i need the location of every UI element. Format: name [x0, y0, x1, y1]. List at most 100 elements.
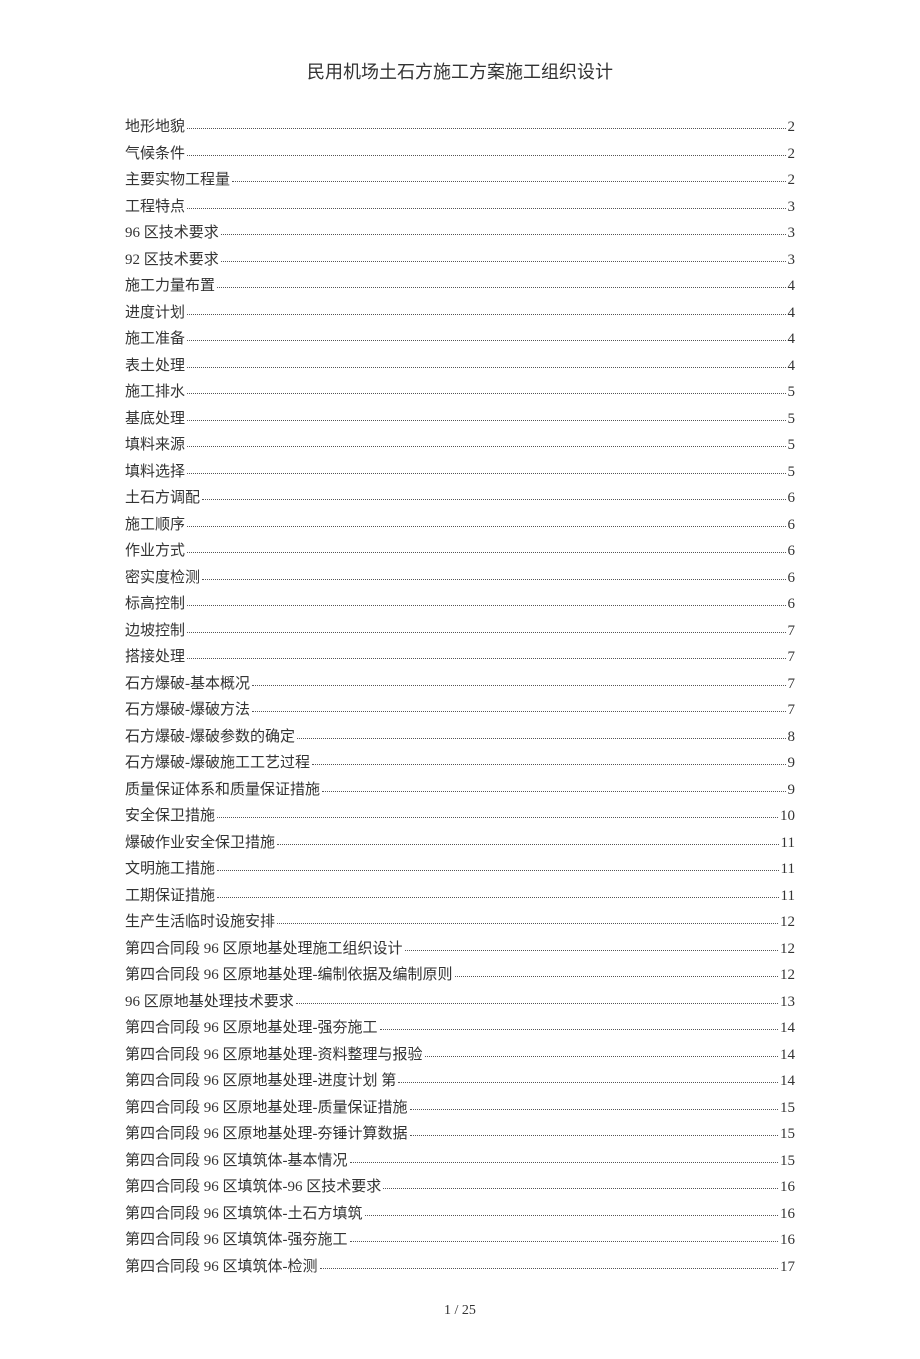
toc-label: 第四合同段 96 区原地基处理-资料整理与报验 [125, 1048, 423, 1063]
toc-row: 第四合同段 96 区原地基处理-资料整理与报验14 [125, 1048, 795, 1063]
toc-row: 气候条件2 [125, 147, 795, 162]
toc-row: 第四合同段 96 区填筑体-96 区技术要求16 [125, 1180, 795, 1195]
toc-label: 爆破作业安全保卫措施 [125, 836, 275, 851]
toc-label: 质量保证体系和质量保证措施 [125, 783, 320, 798]
toc-row: 石方爆破-爆破参数的确定8 [125, 730, 795, 745]
toc-leader-dots [350, 1241, 779, 1242]
toc-leader-dots [322, 791, 785, 792]
toc-label: 主要实物工程量 [125, 173, 230, 188]
toc-label: 工程特点 [125, 200, 185, 215]
toc-label: 96 区技术要求 [125, 226, 219, 241]
toc-row: 施工准备4 [125, 332, 795, 347]
toc-page-number: 7 [788, 703, 796, 718]
toc-page-number: 3 [788, 253, 796, 268]
toc-label: 第四合同段 96 区填筑体-土石方填筑 [125, 1207, 363, 1222]
toc-page-number: 11 [781, 889, 795, 904]
toc-leader-dots [277, 844, 779, 845]
toc-leader-dots [405, 950, 778, 951]
toc-label: 第四合同段 96 区原地基处理-进度计划 第 [125, 1074, 396, 1089]
toc-page-number: 11 [781, 836, 795, 851]
toc-row: 工期保证措施11 [125, 889, 795, 904]
toc-leader-dots [187, 446, 785, 447]
toc-row: 第四合同段 96 区原地基处理-进度计划 第14 [125, 1074, 795, 1089]
toc-page-number: 5 [788, 385, 796, 400]
toc-label: 进度计划 [125, 306, 185, 321]
toc-row: 第四合同段 96 区填筑体-土石方填筑16 [125, 1207, 795, 1222]
toc-row: 第四合同段 96 区原地基处理-编制依据及编制原则12 [125, 968, 795, 983]
toc-leader-dots [187, 367, 785, 368]
toc-label: 第四合同段 96 区填筑体-强夯施工 [125, 1233, 348, 1248]
toc-row: 表土处理4 [125, 359, 795, 374]
toc-label: 石方爆破-爆破施工工艺过程 [125, 756, 310, 771]
toc-leader-dots [187, 526, 785, 527]
toc-leader-dots [187, 393, 785, 394]
toc-row: 进度计划 4 [125, 306, 795, 321]
toc-leader-dots [217, 817, 778, 818]
toc-page-number: 2 [788, 120, 796, 135]
toc-leader-dots [187, 208, 785, 209]
toc-leader-dots [297, 738, 786, 739]
toc-leader-dots [410, 1109, 779, 1110]
toc-label: 92 区技术要求 [125, 253, 219, 268]
toc-row: 石方爆破-爆破施工工艺过程 9 [125, 756, 795, 771]
toc-label: 96 区原地基处理技术要求 [125, 995, 294, 1010]
toc-leader-dots [217, 897, 779, 898]
toc-page-number: 11 [781, 862, 795, 877]
toc-label: 密实度检测 [125, 571, 200, 586]
toc-leader-dots [232, 181, 785, 182]
toc-label: 第四合同段 96 区原地基处理-夯锤计算数据 [125, 1127, 408, 1142]
toc-page-number: 15 [780, 1127, 795, 1142]
toc-row: 搭接处理7 [125, 650, 795, 665]
toc-page-number: 4 [788, 306, 796, 321]
toc-label: 施工排水 [125, 385, 185, 400]
toc-label: 填料来源 [125, 438, 185, 453]
toc-leader-dots [350, 1162, 779, 1163]
toc-page-number: 6 [788, 491, 796, 506]
toc-row: 地形地貌 2 [125, 120, 795, 135]
toc-leader-dots [383, 1188, 778, 1189]
toc-label: 第四合同段 96 区填筑体-基本情况 [125, 1154, 348, 1169]
toc-page-number: 15 [780, 1101, 795, 1116]
toc-label: 施工顺序 [125, 518, 185, 533]
toc-leader-dots [187, 473, 785, 474]
toc-leader-dots [187, 155, 785, 156]
toc-row: 密实度检测6 [125, 571, 795, 586]
toc-row: 第四合同段 96 区填筑体-强夯施工16 [125, 1233, 795, 1248]
toc-label: 基底处理 [125, 412, 185, 427]
toc-leader-dots [202, 499, 785, 500]
toc-label: 土石方调配 [125, 491, 200, 506]
toc-page-number: 6 [788, 544, 796, 559]
toc-label: 第四合同段 96 区原地基处理-质量保证措施 [125, 1101, 408, 1116]
toc-leader-dots [202, 579, 785, 580]
toc-page-number: 15 [780, 1154, 795, 1169]
toc-label: 第四合同段 96 区填筑体-检测 [125, 1260, 318, 1275]
toc-row: 标高控制6 [125, 597, 795, 612]
toc-label: 标高控制 [125, 597, 185, 612]
toc-label: 地形地貌 [125, 120, 185, 135]
page-footer: 1 / 25 [125, 1303, 795, 1319]
toc-row: 爆破作业安全保卫措施 11 [125, 836, 795, 851]
toc-label: 第四合同段 96 区原地基处理-强夯施工 [125, 1021, 378, 1036]
toc-label: 第四合同段 96 区填筑体-96 区技术要求 [125, 1180, 381, 1195]
toc-row: 土石方调配 6 [125, 491, 795, 506]
toc-leader-dots [187, 605, 785, 606]
toc-page-number: 3 [788, 226, 796, 241]
toc-leader-dots [252, 685, 786, 686]
toc-label: 第四合同段 96 区原地基处理-编制依据及编制原则 [125, 968, 453, 983]
document-page: 民用机场土石方施工方案施工组织设计 地形地貌2气候条件2主要实物工程量2工程特点… [0, 0, 920, 1359]
toc-page-number: 9 [788, 756, 796, 771]
toc-page-number: 17 [780, 1260, 795, 1275]
toc-leader-dots [187, 340, 785, 341]
toc-leader-dots [217, 287, 785, 288]
toc-row: 石方爆破-基本概况7 [125, 677, 795, 692]
toc-row: 安全保卫措施10 [125, 809, 795, 824]
toc-row: 92 区技术要求 3 [125, 253, 795, 268]
toc-page-number: 14 [780, 1021, 795, 1036]
toc-label: 文明施工措施 [125, 862, 215, 877]
toc-leader-dots [187, 552, 785, 553]
toc-page-number: 5 [788, 412, 796, 427]
toc-label: 石方爆破-爆破参数的确定 [125, 730, 295, 745]
toc-row: 作业方式6 [125, 544, 795, 559]
toc-row: 第四合同段 96 区填筑体-检测 17 [125, 1260, 795, 1275]
toc-row: 96 区原地基处理技术要求13 [125, 995, 795, 1010]
